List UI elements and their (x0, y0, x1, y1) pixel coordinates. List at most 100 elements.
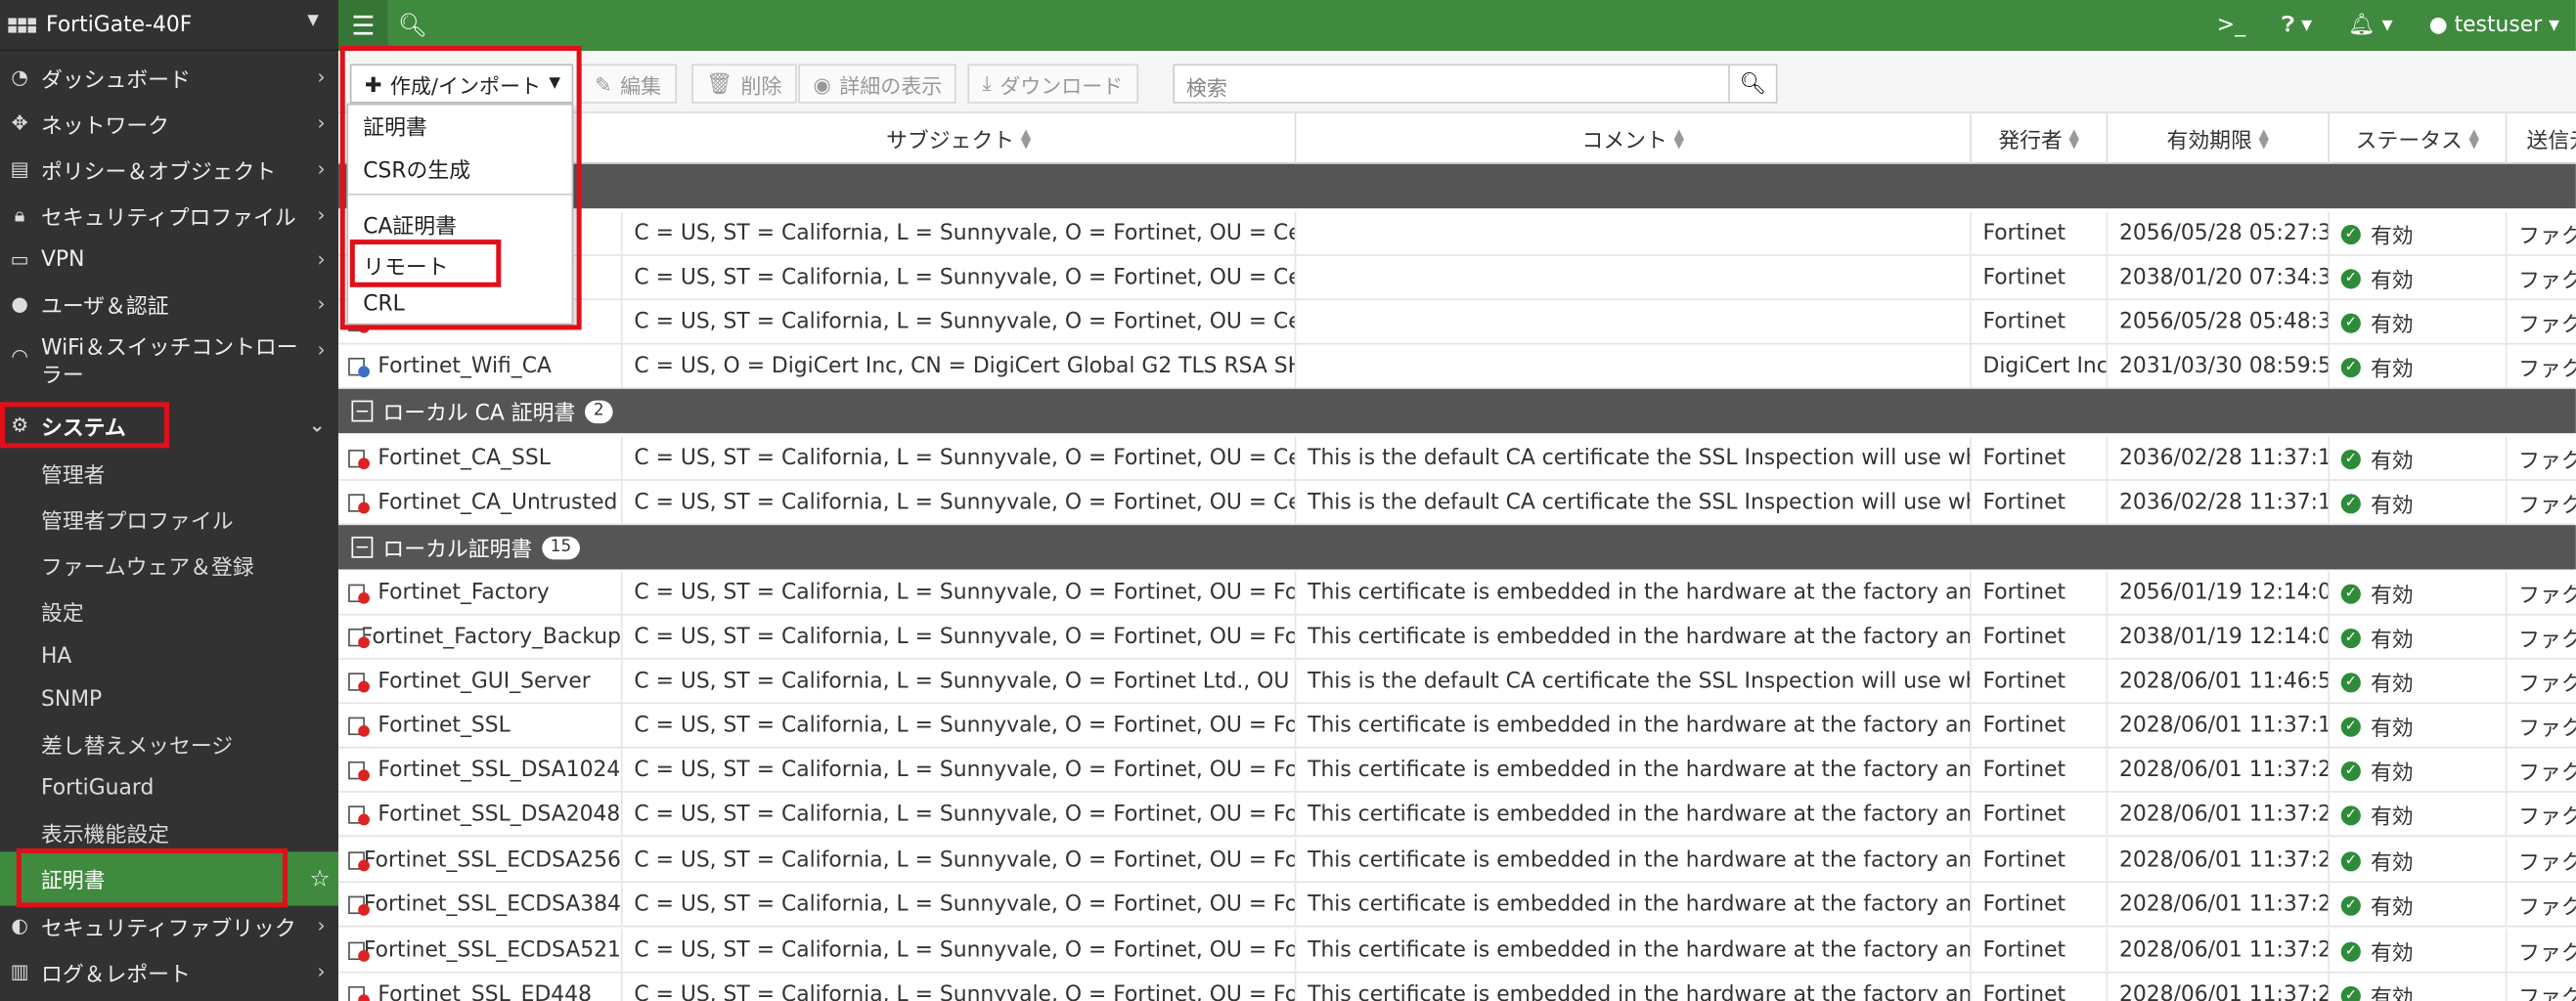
collapse-toggle-icon[interactable]: − (351, 536, 374, 558)
edit-button[interactable]: ✎ 編集 (579, 64, 677, 104)
star-icon[interactable]: ☆ (310, 866, 331, 892)
search-input[interactable]: 検索 (1173, 64, 1732, 104)
create-import-button[interactable]: ✚ 作成/インポート ▼ (349, 64, 574, 104)
table-group-header[interactable]: − ローカル CA 証明書 2 (338, 388, 2576, 434)
cell-subject: C = US, ST = California, L = Sunnyvale, … (623, 300, 1297, 345)
check-circle-icon: ✓ (2340, 449, 2361, 469)
table-row[interactable]: C = US, ST = California, L = Sunnyvale, … (338, 211, 2576, 256)
sidebar-item-user-auth[interactable]: ● ユーザ＆認証 › (0, 285, 338, 322)
hamburger-menu-icon[interactable]: ☰ (338, 0, 388, 52)
cell-comment: This certificate is embedded in the hard… (1296, 571, 1972, 616)
table-row[interactable]: C = US, ST = California, L = Sunnyvale, … (338, 255, 2576, 301)
table-row[interactable]: Fortinet_SSL_ECDSA384 C = US, ST = Califo… (338, 883, 2576, 928)
sidebar-subitem-settings[interactable]: 設定 (0, 592, 338, 629)
cell-source: ファク (2507, 660, 2576, 704)
download-button[interactable]: ⤓ ダウンロード (967, 64, 1138, 104)
sidebar-item-security-profiles[interactable]: 🔒︎ セキュリティプロファイル › (0, 196, 338, 233)
collapse-toggle-icon[interactable]: − (351, 400, 374, 422)
menu-item-certificate[interactable]: 証明書 (348, 107, 571, 143)
cell-subject: C = US, ST = California, L = Sunnyvale, … (623, 883, 1297, 928)
cell-text: C = US, ST = California, L = Sunnyvale, … (634, 625, 1297, 650)
sidebar-item-wifi-switch[interactable]: ◠ WiFi＆スイッチコントローラー › (0, 334, 338, 390)
sidebar-subitem-certificates[interactable]: 証明書 ☆ (0, 851, 339, 906)
column-expires[interactable]: 有効期限 ▲ ▼ (2108, 112, 2330, 164)
sidebar-item-policy-objects[interactable]: ▤ ポリシー＆オブジェクト › (0, 151, 338, 187)
delete-button[interactable]: 🗑︎ 削除 (691, 64, 797, 104)
table-row[interactable]: Fortinet_SSL_ECDSA521 C = US, ST = Califo… (338, 929, 2576, 974)
cell-text: 2028/06/01 11:37:19 (2118, 714, 2330, 739)
sidebar-subitem-snmp[interactable]: SNMP (0, 681, 338, 718)
column-issuer[interactable]: 発行者 ▲ ▼ (1972, 112, 2109, 164)
sidebar-subitem-feature-visibility[interactable]: 表示機能設定 (0, 814, 338, 850)
sidebar-item-dashboard[interactable]: ◔ ダッシュボード › (0, 59, 338, 95)
network-icon: ✥ (11, 111, 28, 135)
search-icon[interactable]: 🔍︎ (387, 13, 436, 39)
cell-text: 有効 (2370, 805, 2414, 831)
cell-subject: C = US, ST = California, L = Sunnyvale, … (623, 255, 1297, 301)
cell-name: Fortinet_SSL_DSA2048 (338, 792, 623, 838)
table-row[interactable]: Fortinet_CA_SSL C = US, ST = California, … (338, 436, 2576, 481)
device-name: FortiGate-40F (46, 12, 193, 37)
user-menu[interactable]: ● testuser ▾ (2429, 13, 2560, 37)
sidebar-subitem-firmware[interactable]: ファームウェア＆登録 (0, 546, 338, 583)
sidebar-subitem-admin-profiles[interactable]: 管理者プロファイル (0, 500, 338, 537)
table-row[interactable]: Fortinet_Wifi_CA C = US, O = DigiCert Inc… (338, 344, 2576, 389)
cell-text: Fortinet_SSL_DSA2048 (378, 802, 621, 828)
table-row[interactable]: Fortinet_Factory_Backup C = US, ST = Cali… (338, 615, 2576, 660)
help-icon[interactable]: ❓︎ ▾ (2282, 13, 2312, 37)
table-row[interactable]: Fortinet_GUI_Server C = US, ST = Californ… (338, 659, 2576, 705)
cell-text: 2036/02/28 11:37:17 (2118, 446, 2330, 471)
column-comment[interactable]: コメント ▲ ▼ (1296, 112, 1972, 164)
table-row[interactable]: Fortinet_SSL_ECDSA256 C = US, ST = Califo… (338, 838, 2576, 884)
column-source[interactable]: 送信元 (2507, 113, 2576, 164)
cell-text: C = US, ST = California, L = Sunnyvale, … (634, 310, 1294, 335)
cell-text: 有効 (2370, 673, 2414, 698)
column-subject[interactable]: サブジェクト ▲ ▼ (623, 112, 1297, 164)
sidebar-item-security-fabric[interactable]: ◐ セキュリティファブリック › (0, 907, 338, 943)
cell-text: ファク (2518, 673, 2576, 698)
sidebar-subitem-admins[interactable]: 管理者 (0, 455, 338, 491)
cell-text: This is the default CA certificate the S… (1308, 669, 1970, 695)
table-group-header[interactable]: − ローカル証明書 15 (338, 525, 2576, 570)
menu-item-remote[interactable]: リモート (348, 246, 571, 283)
cell-comment (1296, 255, 1972, 301)
sidebar-item-label: ユーザ＆認証 (40, 294, 169, 320)
table-row[interactable]: Fortinet_SSL_DSA1024 C = US, ST = Califor… (338, 748, 2576, 793)
cell-expires: 2028/06/01 11:37:24 (2108, 748, 2330, 793)
bell-icon[interactable]: 🔔︎ ▾ (2348, 13, 2393, 37)
cell-text: 2028/06/01 11:37:29 (2118, 982, 2330, 1001)
show-details-button[interactable]: ◉ 詳細の表示 (798, 64, 957, 104)
sidebar-subitem-ha[interactable]: HA (0, 638, 338, 675)
table-row[interactable]: Fortinet_SSL_ED448 C = US, ST = Californi… (338, 973, 2576, 1001)
sidebar-item-network[interactable]: ✥ ネットワーク › (0, 105, 338, 141)
sidebar-item-system[interactable]: ⚙ システム ⌄ (0, 407, 338, 443)
table-row[interactable]: Fortinet_SSL_DSA2048 C = US, ST = Califor… (338, 792, 2576, 838)
column-status[interactable]: ステータス ▲ ▼ (2330, 112, 2508, 164)
cell-text: Fortinet (1982, 265, 2066, 291)
cell-text: Fortinet (1982, 310, 2066, 335)
cell-subject: C = US, O = DigiCert Inc, CN = DigiCert … (623, 344, 1297, 389)
sidebar-subitem-replacement-messages[interactable]: 差し替えメッセージ (0, 725, 338, 762)
table-row[interactable]: Fortinet_CA_Untrusted C = US, ST = Califo… (338, 480, 2576, 526)
menu-item-generate-csr[interactable]: CSRの生成 (348, 150, 571, 186)
menu-item-crl[interactable]: CRL (348, 285, 571, 322)
cli-console-icon[interactable]: >_ (2217, 13, 2245, 37)
table-row[interactable]: Fortinet_SSL C = US, ST = California, L =… (338, 704, 2576, 749)
check-circle-icon: ✓ (2340, 224, 2361, 244)
sidebar-item-vpn[interactable]: ▭ VPN › (0, 241, 338, 278)
cell-text: C = US, ST = California, L = Sunnyvale, … (634, 265, 1294, 291)
cell-text: 2038/01/19 12:14:07 (2118, 625, 2330, 650)
sidebar-subitem-fortiguard[interactable]: FortiGuard (0, 769, 338, 805)
table-group-header[interactable]: −4 (338, 163, 2576, 209)
certificate-icon (348, 761, 370, 781)
device-selector[interactable]: FortiGate-40F ▼ (0, 0, 339, 52)
cell-issuer: Fortinet (1972, 704, 2109, 749)
table-row[interactable]: Fortinet_Factory C = US, ST = California,… (338, 571, 2576, 616)
cell-text: This certificate is embedded in the hard… (1308, 938, 1972, 964)
sidebar-item-log-report[interactable]: ▥ ログ＆レポート › (0, 953, 338, 989)
cell-status: ✓ 有効 (2330, 748, 2508, 793)
menu-item-ca-certificate[interactable]: CA証明書 (348, 205, 571, 241)
search-button[interactable]: 🔍︎ (1728, 64, 1778, 104)
cell-text: ファク (2518, 895, 2576, 921)
table-row[interactable]: C = US, ST = California, L = Sunnyvale, … (338, 300, 2576, 345)
